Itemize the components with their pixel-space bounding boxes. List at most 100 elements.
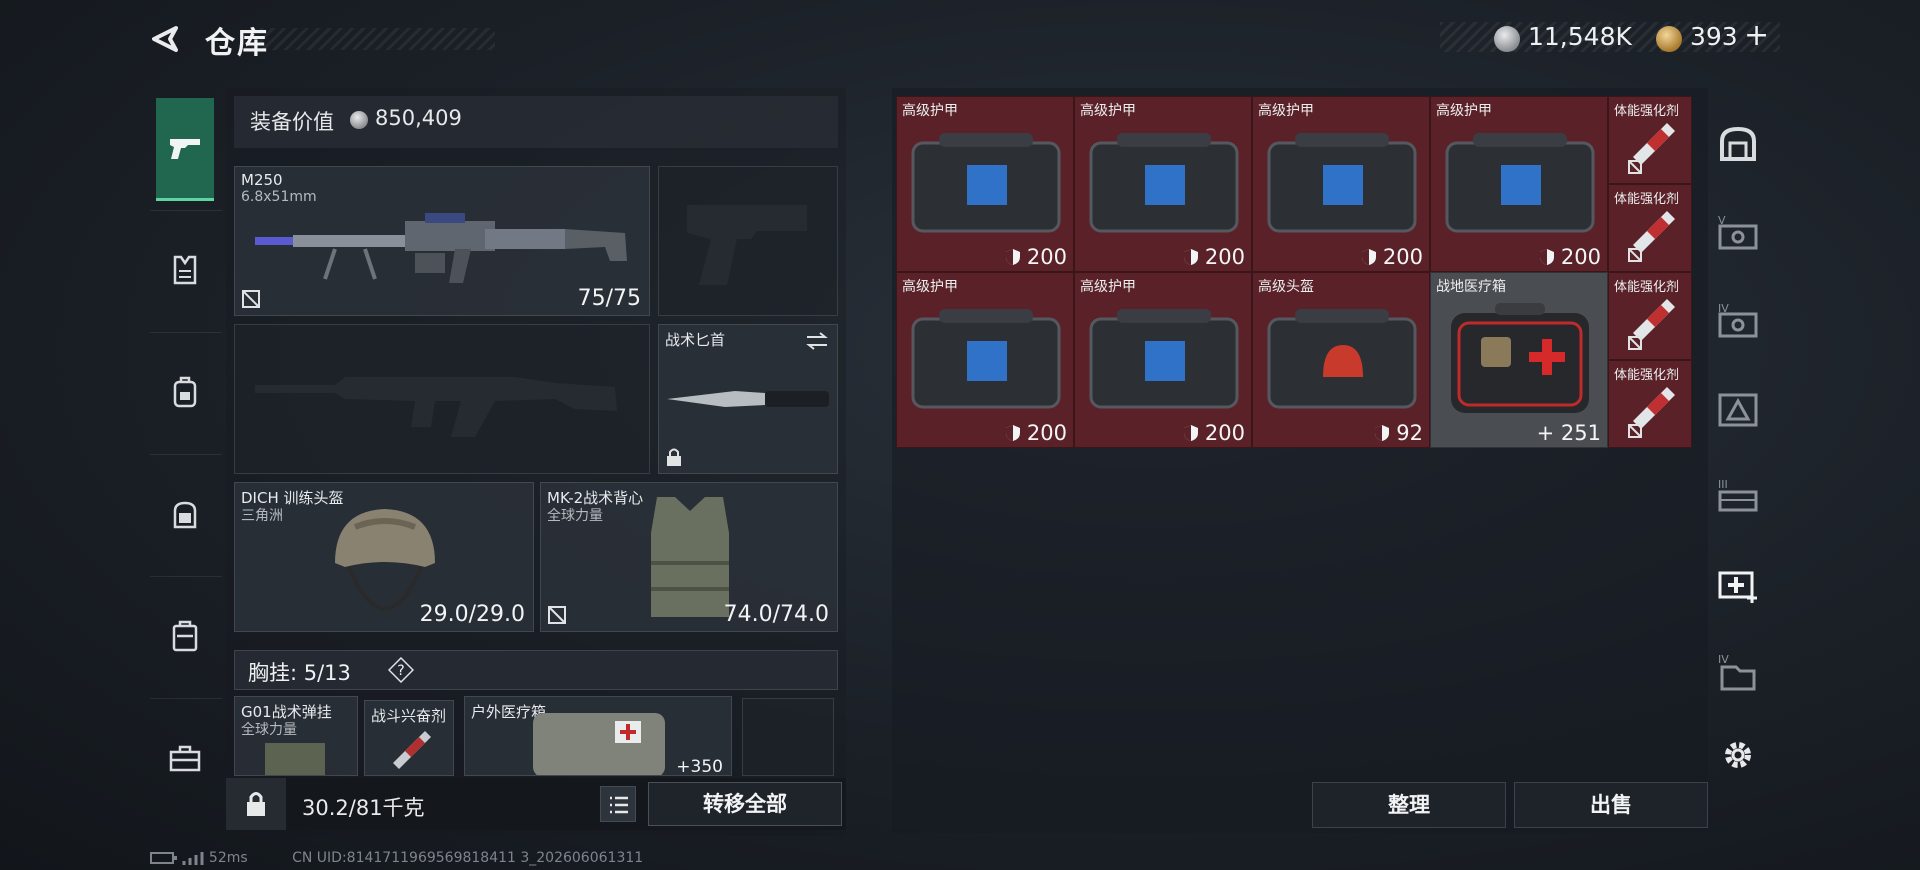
rig-item-slot[interactable]: G01战术弹挂 全球力量 xyxy=(234,696,358,776)
silver-coin-icon xyxy=(350,111,368,129)
storage-tab-main[interactable] xyxy=(1714,119,1762,167)
list-icon xyxy=(610,796,628,814)
category-bag[interactable] xyxy=(156,464,214,564)
sell-button[interactable]: 出售 xyxy=(1514,782,1708,828)
case-icon xyxy=(172,620,198,652)
item-name: 高级护甲 xyxy=(902,103,958,119)
rig-item-slot[interactable]: 户外医疗箱 +350 xyxy=(464,696,732,776)
syringe-icon xyxy=(1628,123,1675,174)
help-icon[interactable]: ? xyxy=(388,657,414,683)
swap-icon[interactable] xyxy=(805,331,829,351)
gold-coin-icon xyxy=(1656,26,1682,52)
item-value: + 251 xyxy=(1536,421,1601,445)
add-gold-button[interactable]: + xyxy=(1744,18,1769,53)
item-value: 200 xyxy=(1183,421,1245,445)
shield-icon xyxy=(1539,249,1554,265)
not-insured-icon xyxy=(548,606,566,624)
knife-name: 战术匕首 xyxy=(665,331,726,349)
category-weapons[interactable] xyxy=(156,98,214,201)
rig-item-name: 战斗兴奋剂 xyxy=(371,707,447,725)
lock-button[interactable] xyxy=(226,778,286,830)
vest-slot[interactable]: MK-2战术背心 全球力量 74.0/74.0 xyxy=(540,482,838,632)
item-value: 92 xyxy=(1374,421,1423,445)
gear-icon xyxy=(1725,742,1751,768)
toolbox-icon xyxy=(169,745,201,772)
armor-bag-image xyxy=(1089,309,1239,409)
storage-item[interactable]: 高级护甲 200 xyxy=(1430,96,1608,272)
storage-item[interactable]: 高级护甲 200 xyxy=(896,96,1074,272)
vest-icon xyxy=(173,255,197,285)
knife-slot[interactable]: 战术匕首 xyxy=(658,324,838,474)
item-value: 200 xyxy=(1361,245,1423,269)
silver-currency-amount: 11,548K xyxy=(1528,22,1632,51)
list-view-button[interactable] xyxy=(600,786,636,822)
weapon-name: M250 xyxy=(241,171,283,189)
category-toolbox[interactable] xyxy=(156,708,214,808)
item-name: 体能强化剂 xyxy=(1614,368,1680,383)
helmet-bag-image xyxy=(1267,309,1417,409)
storage-item-small[interactable]: 体能强化剂 xyxy=(1608,360,1692,448)
item-value: 200 xyxy=(1539,245,1601,269)
storage-item[interactable]: 高级护甲 200 xyxy=(1074,96,1252,272)
storage-item[interactable]: 战地医疗箱 + 251 xyxy=(1430,272,1608,448)
category-case[interactable] xyxy=(156,586,214,686)
secondary-weapon-slot[interactable] xyxy=(234,324,650,474)
storage-item-small[interactable]: 体能强化剂 xyxy=(1608,184,1692,272)
item-name: 体能强化剂 xyxy=(1614,104,1680,119)
storage-item-small[interactable]: 体能强化剂 xyxy=(1608,96,1692,184)
category-armor[interactable] xyxy=(156,220,214,320)
storage-tab-iv-case[interactable]: IV xyxy=(1714,647,1762,695)
ammo-box-icon xyxy=(1718,393,1758,427)
title-decoration xyxy=(260,28,495,50)
settings-button[interactable] xyxy=(1714,731,1762,779)
storage-box-iii-icon: III xyxy=(1718,478,1758,512)
storage-tab-medical[interactable] xyxy=(1714,559,1762,607)
shield-icon xyxy=(1183,425,1198,441)
medical-box-icon xyxy=(1718,571,1757,603)
equipment-value-label: 装备价值 xyxy=(250,110,334,134)
shield-icon xyxy=(1183,249,1198,265)
armor-bag-image xyxy=(1445,133,1595,233)
storage-tab-ammo[interactable] xyxy=(1714,383,1762,431)
storage-tab-v[interactable]: V xyxy=(1714,207,1762,255)
syringe-icon xyxy=(1628,387,1675,438)
helmet-faction: 三角洲 xyxy=(241,508,283,524)
storage-item[interactable]: 高级头盔 92 xyxy=(1252,272,1430,448)
lock-icon xyxy=(247,792,265,816)
sort-button[interactable]: 整理 xyxy=(1312,782,1506,828)
transfer-all-button[interactable]: 转移全部 xyxy=(648,782,842,826)
shield-icon xyxy=(1375,425,1390,441)
item-name: 高级护甲 xyxy=(1080,103,1136,119)
primary-weapon-slot[interactable]: M250 6.8x51mm 75/75 xyxy=(234,166,650,316)
helmet-slot[interactable]: DICH 训练头盔 三角洲 29.0/29.0 xyxy=(234,482,534,632)
syringe-icon xyxy=(1628,299,1675,350)
rig-item-slot[interactable]: 战斗兴奋剂 xyxy=(364,700,454,776)
signal-icon xyxy=(182,852,204,865)
rig-empty-slot[interactable] xyxy=(742,698,834,776)
storage-item[interactable]: 高级护甲 200 xyxy=(896,272,1074,448)
battery-icon xyxy=(150,852,177,864)
storage-item[interactable]: 高级护甲 200 xyxy=(1074,272,1252,448)
item-name: 体能强化剂 xyxy=(1614,280,1680,295)
back-arrow-icon[interactable] xyxy=(148,22,182,56)
storage-tab-iv[interactable]: IV xyxy=(1714,295,1762,343)
item-name: 高级护甲 xyxy=(1436,103,1492,119)
lock-icon xyxy=(667,448,681,466)
right-category-bar: V IV III IV xyxy=(1706,95,1770,835)
uid-readout: CN UID:8141711969569818411 3_20260606131… xyxy=(292,850,644,866)
pistol-slot[interactable] xyxy=(658,166,838,316)
storage-item[interactable]: 高级护甲 200 xyxy=(1252,96,1430,272)
tactical-vest-image xyxy=(651,497,729,617)
item-name: 高级护甲 xyxy=(902,279,958,295)
vault-icon xyxy=(1720,126,1756,161)
storage-item-small[interactable]: 体能强化剂 xyxy=(1608,272,1692,360)
helmet-image xyxy=(335,509,435,612)
svg-text:III: III xyxy=(1718,478,1728,491)
storage-tab-iii[interactable]: III xyxy=(1714,471,1762,519)
armor-bag-image xyxy=(1267,133,1417,233)
pistol-icon xyxy=(170,139,200,159)
shield-icon xyxy=(1005,249,1020,265)
weapon-ammo: 75/75 xyxy=(577,286,641,311)
storage-box-iv-icon: IV xyxy=(1718,302,1758,338)
category-backpack[interactable] xyxy=(156,342,214,442)
